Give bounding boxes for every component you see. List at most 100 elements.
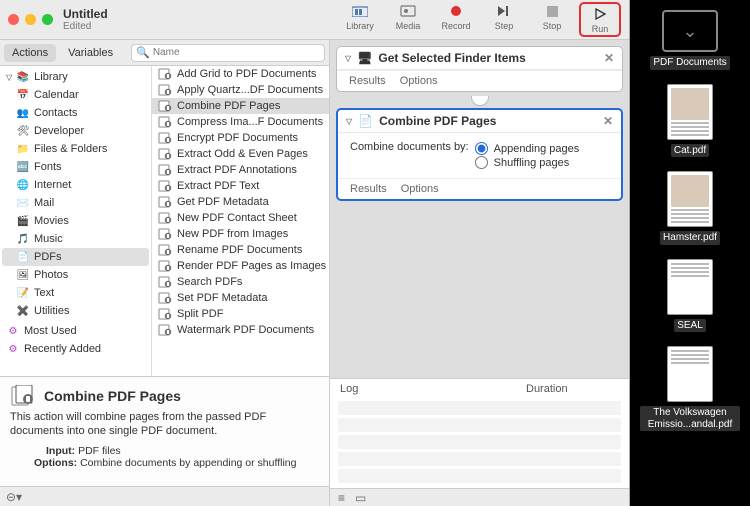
sidebar-item-text[interactable]: 📝Text	[2, 284, 149, 302]
shuffling-pages-radio[interactable]	[475, 156, 488, 169]
desktop-item[interactable]: Hamster.pdf	[640, 171, 740, 245]
step-title: Get Selected Finder Items	[378, 51, 525, 65]
run-button[interactable]: Run	[579, 2, 621, 37]
log-column-log: Log	[340, 383, 526, 395]
appending-pages-radio[interactable]	[475, 142, 488, 155]
action-item[interactable]: Encrypt PDF Documents	[152, 130, 329, 146]
workflow-step-get-selected-finder-items[interactable]: ▽ 🖥 Get Selected Finder Items ✕ Results …	[336, 46, 623, 92]
stop-button[interactable]: Stop	[531, 2, 573, 37]
action-item[interactable]: Watermark PDF Documents	[152, 322, 329, 338]
workflow-step-combine-pdf-pages[interactable]: ▽ 📄 Combine PDF Pages ✕ Combine document…	[336, 108, 623, 201]
library-button[interactable]: Library	[339, 2, 381, 37]
sidebar-item-files-folders[interactable]: 📁Files & Folders	[2, 140, 149, 158]
options-tab[interactable]: Options	[401, 183, 439, 195]
action-item[interactable]: Set PDF Metadata	[152, 290, 329, 306]
pdf-action-icon	[158, 292, 172, 304]
document-icon	[667, 346, 713, 402]
stop-icon	[547, 2, 558, 20]
pdf-action-icon: 📄	[358, 114, 373, 128]
action-item[interactable]: Search PDFs	[152, 274, 329, 290]
action-item[interactable]: Compress Ima...F Documents	[152, 114, 329, 130]
sidebar-item-utilities[interactable]: ✖️Utilities	[2, 302, 149, 320]
action-item[interactable]: Get PDF Metadata	[152, 194, 329, 210]
desktop[interactable]: ⌄PDF Documents Cat.pdf Hamster.pdf SEAL The …	[630, 0, 750, 506]
close-window-button[interactable]	[8, 14, 19, 25]
desktop-item[interactable]: The Volkswagen Emissio...andal.pdf	[640, 346, 740, 431]
sidebar-item-contacts[interactable]: 👥Contacts	[2, 104, 149, 122]
workflow-canvas[interactable]: ▽ 🖥 Get Selected Finder Items ✕ Results …	[330, 40, 629, 506]
sidebar-most-used[interactable]: ⚙ Most Used	[2, 322, 149, 340]
action-item[interactable]: Rename PDF Documents	[152, 242, 329, 258]
action-label: Extract PDF Annotations	[177, 164, 297, 176]
tab-variables[interactable]: Variables	[60, 44, 121, 62]
gear-menu-icon[interactable]: ⊝▾	[6, 490, 22, 504]
sidebar-item-internet[interactable]: 🌐Internet	[2, 176, 149, 194]
library-sidebar[interactable]: ▽ 📚 Library 📅Calendar👥Contacts🛠Developer…	[0, 66, 152, 376]
action-label: Rename PDF Documents	[177, 244, 302, 256]
finder-icon: 🖥	[357, 51, 372, 65]
tab-actions[interactable]: Actions	[4, 44, 56, 62]
pdf-action-icon	[158, 324, 172, 336]
action-label: Encrypt PDF Documents	[177, 132, 298, 144]
fonts-icon: 🔤	[16, 160, 30, 174]
action-item[interactable]: Render PDF Pages as Images	[152, 258, 329, 274]
sidebar-item-movies[interactable]: 🎬Movies	[2, 212, 149, 230]
action-item[interactable]: Extract PDF Text	[152, 178, 329, 194]
media-button[interactable]: Media	[387, 2, 429, 37]
sidebar-item-pdfs[interactable]: 📄PDFs	[2, 248, 149, 266]
record-button[interactable]: Record	[435, 2, 477, 37]
action-label: Add Grid to PDF Documents	[177, 68, 316, 80]
action-item[interactable]: New PDF Contact Sheet	[152, 210, 329, 226]
action-item[interactable]: Extract Odd & Even Pages	[152, 146, 329, 162]
pdf-action-icon	[158, 276, 172, 288]
folder-icon: ⌄	[662, 10, 718, 52]
sidebar-item-photos[interactable]: 🖼Photos	[2, 266, 149, 284]
disclosure-icon[interactable]: ▽	[345, 54, 351, 63]
document-icon	[667, 171, 713, 227]
sidebar-item-label: Text	[34, 287, 54, 299]
options-tab[interactable]: Options	[400, 75, 438, 87]
disclosure-icon[interactable]: ▽	[346, 117, 352, 126]
sidebar-item-label: Files & Folders	[34, 143, 107, 155]
action-label: Split PDF	[177, 308, 223, 320]
desktop-item[interactable]: ⌄PDF Documents	[640, 10, 740, 70]
results-tab[interactable]: Results	[350, 183, 387, 195]
log-row	[338, 435, 621, 449]
sidebar-item-music[interactable]: 🎵Music	[2, 230, 149, 248]
grid-view-icon[interactable]: ▭	[355, 491, 366, 505]
desktop-item[interactable]: SEAL	[640, 259, 740, 333]
search-input[interactable]	[153, 47, 320, 58]
movies-icon: 🎬	[16, 214, 30, 228]
action-item[interactable]: New PDF from Images	[152, 226, 329, 242]
document-icon	[667, 259, 713, 315]
traffic-lights	[8, 14, 53, 25]
desktop-item[interactable]: Cat.pdf	[640, 84, 740, 158]
sidebar-item-fonts[interactable]: 🔤Fonts	[2, 158, 149, 176]
action-item[interactable]: Extract PDF Annotations	[152, 162, 329, 178]
workflow-scroll: ▽ 🖥 Get Selected Finder Items ✕ Results …	[330, 40, 629, 378]
step-button[interactable]: Step	[483, 2, 525, 37]
pdf-action-icon	[158, 308, 172, 320]
action-item[interactable]: Combine PDF Pages	[152, 98, 329, 114]
action-item[interactable]: Apply Quartz...DF Documents	[152, 82, 329, 98]
log-row	[338, 401, 621, 415]
action-item[interactable]: Split PDF	[152, 306, 329, 322]
zoom-window-button[interactable]	[42, 14, 53, 25]
search-field[interactable]: 🔍	[131, 44, 325, 62]
actions-list[interactable]: Add Grid to PDF Documents Apply Quartz...…	[152, 66, 329, 376]
sidebar-item-developer[interactable]: 🛠Developer	[2, 122, 149, 140]
action-label: Combine PDF Pages	[177, 100, 280, 112]
sidebar-recently-added[interactable]: ⚙ Recently Added	[2, 340, 149, 358]
list-view-icon[interactable]: ≡	[338, 491, 345, 505]
close-step-button[interactable]: ✕	[604, 51, 614, 65]
results-tab[interactable]: Results	[349, 75, 386, 87]
left-column: Actions Variables 🔍 ▽ 📚 Library 📅Calenda…	[0, 40, 330, 506]
minimize-window-button[interactable]	[25, 14, 36, 25]
sidebar-item-calendar[interactable]: 📅Calendar	[2, 86, 149, 104]
action-item[interactable]: Add Grid to PDF Documents	[152, 66, 329, 82]
close-step-button[interactable]: ✕	[603, 114, 613, 128]
sidebar-item-mail[interactable]: ✉️Mail	[2, 194, 149, 212]
sidebar-library-root[interactable]: ▽ 📚 Library	[2, 68, 149, 86]
library-icon: 📚	[16, 70, 30, 84]
connector-icon	[336, 96, 623, 104]
